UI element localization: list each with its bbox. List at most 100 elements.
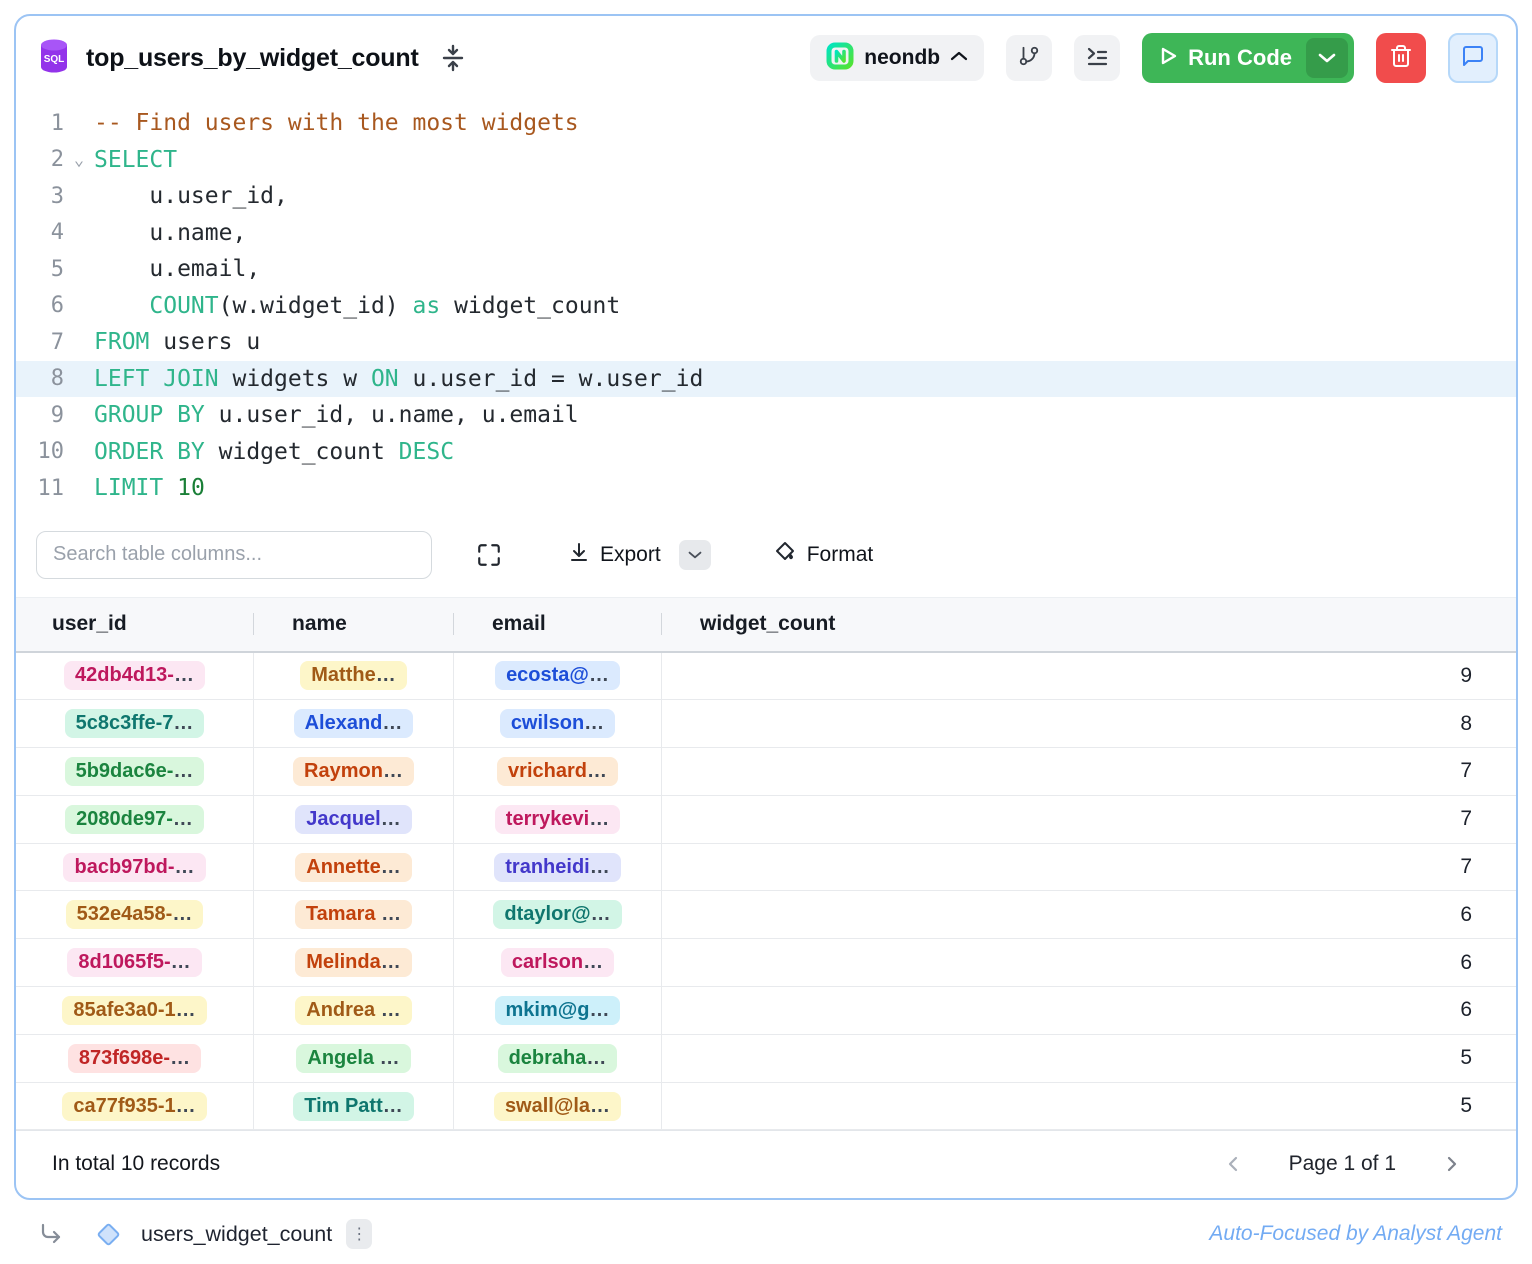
cell-value-badge[interactable]: ecosta@… — [495, 661, 620, 690]
cell-value-badge[interactable]: Andrea … — [295, 996, 411, 1025]
code-line[interactable]: 8LEFT JOIN widgets w ON u.user_id = w.us… — [16, 361, 1516, 398]
cell-value-badge[interactable]: 532e4a58-… — [66, 900, 204, 929]
table-cell-email[interactable]: terrykevi… — [454, 796, 662, 843]
fold-chevron-icon[interactable]: ⌄ — [64, 150, 94, 170]
column-header-email[interactable]: email — [454, 612, 662, 636]
code-line[interactable]: 7FROM users u — [16, 324, 1516, 361]
cell-value-badge[interactable]: carlson… — [501, 948, 614, 977]
table-row[interactable]: bacb97bd-… Annette… tranheidi…7 — [16, 844, 1516, 892]
cell-value-badge[interactable]: Melinda… — [295, 948, 411, 977]
cell-value-badge[interactable]: Raymon… — [293, 757, 414, 786]
cell-value-badge[interactable]: Tamara … — [295, 900, 412, 929]
cell-value-badge[interactable]: Tim Patt… — [293, 1092, 414, 1121]
table-row[interactable]: 85afe3a0-1… Andrea … mkim@g… 6 — [16, 987, 1516, 1035]
cell-value-badge[interactable]: Annette… — [295, 853, 411, 882]
table-row[interactable]: 873f698e-… Angela … debraha… 5 — [16, 1035, 1516, 1083]
cell-value-badge[interactable]: Angela … — [296, 1044, 410, 1073]
table-cell-name[interactable]: Annette… — [254, 844, 454, 891]
table-row[interactable]: 42db4d13-… Matthe… ecosta@… 9 — [16, 653, 1516, 701]
cell-value-badge[interactable]: terrykevi… — [495, 805, 620, 834]
table-cell-email[interactable]: mkim@g… — [454, 987, 662, 1034]
cell-value-badge[interactable]: 85afe3a0-1… — [62, 996, 206, 1025]
table-cell-widget-count[interactable]: 7 — [662, 748, 1516, 795]
cell-value-badge[interactable]: mkim@g… — [495, 996, 621, 1025]
table-cell-widget-count[interactable]: 8 — [662, 700, 1516, 747]
table-row[interactable]: 5b9dac6e-… Raymon… vrichard… 7 — [16, 748, 1516, 796]
code-line[interactable]: 2⌄SELECT — [16, 142, 1516, 179]
table-cell-name[interactable]: Tim Patt… — [254, 1083, 454, 1130]
table-cell-widget-count[interactable]: 6 — [662, 987, 1516, 1034]
previous-page-button[interactable] — [1225, 1155, 1243, 1173]
table-cell-user-id[interactable]: 8d1065f5-… — [16, 939, 254, 986]
search-input[interactable] — [36, 531, 432, 579]
run-options-chevron[interactable] — [1306, 38, 1348, 78]
code-line[interactable]: 6 COUNT(w.widget_id) as widget_count — [16, 288, 1516, 325]
expand-table-button[interactable] — [476, 542, 502, 568]
format-indent-button[interactable] — [1074, 35, 1120, 81]
cell-value-badge[interactable]: Matthe… — [300, 661, 406, 690]
lineage-button[interactable] — [1006, 35, 1052, 81]
table-cell-widget-count[interactable]: 6 — [662, 891, 1516, 938]
code-line[interactable]: 3 u.user_id, — [16, 178, 1516, 215]
table-cell-email[interactable]: dtaylor@… — [454, 891, 662, 938]
table-cell-email[interactable]: tranheidi… — [454, 844, 662, 891]
table-cell-name[interactable]: Alexand… — [254, 700, 454, 747]
table-cell-widget-count[interactable]: 7 — [662, 844, 1516, 891]
cell-value-badge[interactable]: 5b9dac6e-… — [65, 757, 205, 786]
table-cell-name[interactable]: Angela … — [254, 1035, 454, 1082]
table-cell-widget-count[interactable]: 9 — [662, 653, 1516, 700]
table-cell-user-id[interactable]: 5c8c3ffe-7… — [16, 700, 254, 747]
table-row[interactable]: 532e4a58-… Tamara … dtaylor@… 6 — [16, 891, 1516, 939]
table-cell-name[interactable]: Andrea … — [254, 987, 454, 1034]
export-options-chevron[interactable] — [679, 540, 711, 570]
table-cell-widget-count[interactable]: 7 — [662, 796, 1516, 843]
table-cell-name[interactable]: Raymon… — [254, 748, 454, 795]
table-row[interactable]: 8d1065f5-… Melinda… carlson… 6 — [16, 939, 1516, 987]
sql-code-editor[interactable]: 1-- Find users with the most widgets2⌄SE… — [16, 100, 1516, 513]
cell-value-badge[interactable]: vrichard… — [497, 757, 618, 786]
cell-value-badge[interactable]: swall@la… — [494, 1092, 621, 1121]
cell-value-badge[interactable]: debraha… — [498, 1044, 618, 1073]
column-header-name[interactable]: name — [254, 612, 454, 636]
table-cell-email[interactable]: cwilson… — [454, 700, 662, 747]
output-variable-name[interactable]: users_widget_count — [141, 1222, 332, 1247]
table-cell-widget-count[interactable]: 5 — [662, 1035, 1516, 1082]
cell-value-badge[interactable]: 873f698e-… — [68, 1044, 201, 1073]
format-button[interactable]: Format — [773, 540, 874, 569]
cell-value-badge[interactable]: dtaylor@… — [493, 900, 621, 929]
table-cell-user-id[interactable]: 5b9dac6e-… — [16, 748, 254, 795]
output-options-button[interactable]: ⋮ — [346, 1219, 372, 1249]
table-cell-user-id[interactable]: bacb97bd-… — [16, 844, 254, 891]
code-line[interactable]: 1-- Find users with the most widgets — [16, 105, 1516, 142]
cell-value-badge[interactable]: 8d1065f5-… — [67, 948, 201, 977]
table-cell-user-id[interactable]: 85afe3a0-1… — [16, 987, 254, 1034]
table-cell-name[interactable]: Melinda… — [254, 939, 454, 986]
table-cell-name[interactable]: Jacquel… — [254, 796, 454, 843]
table-row[interactable]: 5c8c3ffe-7… Alexand… cwilson… 8 — [16, 700, 1516, 748]
table-cell-user-id[interactable]: 2080de97-… — [16, 796, 254, 843]
cell-value-badge[interactable]: 42db4d13-… — [64, 661, 205, 690]
cell-value-badge[interactable]: 5c8c3ffe-7… — [65, 709, 205, 738]
run-code-button[interactable]: Run Code — [1142, 33, 1354, 83]
table-cell-widget-count[interactable]: 5 — [662, 1083, 1516, 1130]
table-row[interactable]: ca77f935-1… Tim Patt… swall@la… 5 — [16, 1083, 1516, 1131]
table-cell-user-id[interactable]: ca77f935-1… — [16, 1083, 254, 1130]
table-cell-name[interactable]: Matthe… — [254, 653, 454, 700]
table-cell-user-id[interactable]: 532e4a58-… — [16, 891, 254, 938]
code-line[interactable]: 11LIMIT 10 — [16, 470, 1516, 507]
table-row[interactable]: 2080de97-…Jacquel… terrykevi… 7 — [16, 796, 1516, 844]
code-line[interactable]: 10ORDER BY widget_count DESC — [16, 434, 1516, 471]
code-line[interactable]: 5 u.email, — [16, 251, 1516, 288]
next-page-button[interactable] — [1442, 1155, 1460, 1173]
table-cell-widget-count[interactable]: 6 — [662, 939, 1516, 986]
table-cell-email[interactable]: vrichard… — [454, 748, 662, 795]
table-cell-name[interactable]: Tamara … — [254, 891, 454, 938]
table-cell-email[interactable]: swall@la… — [454, 1083, 662, 1130]
delete-cell-button[interactable] — [1376, 33, 1426, 83]
code-line[interactable]: 9GROUP BY u.user_id, u.name, u.email — [16, 397, 1516, 434]
cell-value-badge[interactable]: Alexand… — [294, 709, 414, 738]
table-cell-email[interactable]: carlson… — [454, 939, 662, 986]
cell-value-badge[interactable]: cwilson… — [500, 709, 615, 738]
database-selector[interactable]: neondb — [810, 35, 984, 81]
table-cell-user-id[interactable]: 873f698e-… — [16, 1035, 254, 1082]
